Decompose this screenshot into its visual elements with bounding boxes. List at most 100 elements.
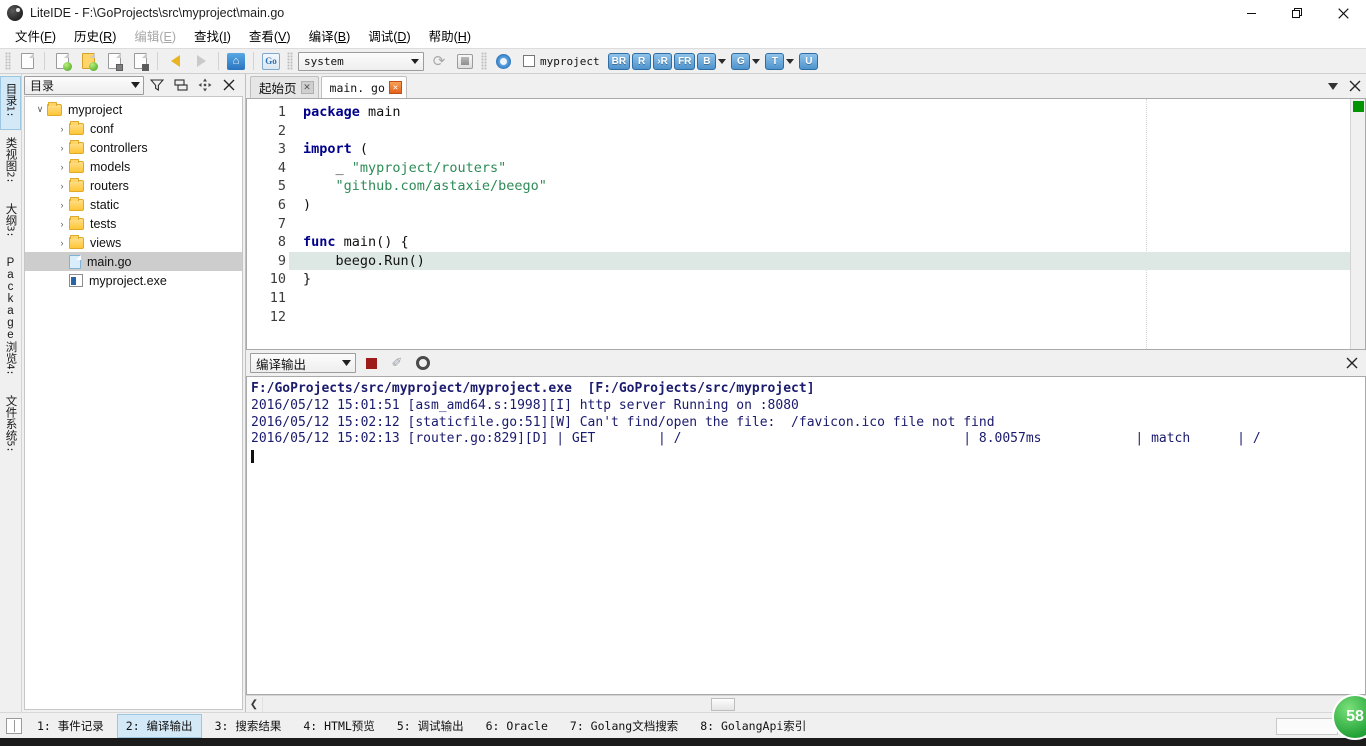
expander-icon[interactable]: › [55, 138, 69, 157]
expander-icon[interactable]: › [55, 176, 69, 195]
forward-icon[interactable] [189, 50, 213, 72]
menu-item-2[interactable]: 历史(R) [65, 27, 125, 47]
menu-item-8[interactable]: 帮助(H) [420, 27, 480, 47]
reload-env-icon[interactable]: ⟳ [427, 50, 451, 72]
output-settings-icon[interactable] [412, 352, 434, 374]
project-tree[interactable]: ∨ myproject › conf › controllers › models › route… [24, 96, 243, 710]
tree-item[interactable]: › views [25, 233, 242, 252]
side-tab-5[interactable]: 文件系统 5: [0, 388, 21, 465]
expander-icon[interactable]: ∨ [33, 100, 47, 119]
expander-icon[interactable]: › [55, 233, 69, 252]
status-tab-4[interactable]: 4: HTML预览 [294, 714, 383, 738]
line-number: 8 [247, 233, 298, 252]
build-button-t[interactable]: T [765, 52, 785, 70]
tree-item[interactable]: › static [25, 195, 242, 214]
tree-item[interactable]: › models [25, 157, 242, 176]
output-source-combo[interactable]: 编译输出 [250, 353, 356, 373]
tree-item[interactable]: › conf [25, 119, 242, 138]
scrollbar-track[interactable] [262, 696, 1366, 712]
expander-icon[interactable]: › [55, 214, 69, 233]
open-folder-icon[interactable] [76, 50, 100, 72]
build-button-br[interactable]: BR [607, 52, 631, 70]
tree-item[interactable]: › tests [25, 214, 242, 233]
expander-icon[interactable]: › [55, 157, 69, 176]
output-horizontal-scrollbar[interactable]: ❮ [246, 695, 1366, 712]
chevron-down-icon[interactable] [786, 58, 795, 64]
open-file-icon[interactable] [50, 50, 74, 72]
output-console[interactable]: F:/GoProjects/src/myproject/myproject.ex… [246, 376, 1366, 695]
tree-item[interactable]: main.go [25, 252, 242, 271]
build-button-b[interactable]: B [697, 52, 717, 70]
editor-tab-2[interactable]: main. go ✕ [320, 76, 407, 98]
stop-build-icon[interactable] [360, 352, 382, 374]
close-window-button[interactable] [1320, 0, 1366, 26]
new-file-icon[interactable] [15, 50, 39, 72]
close-tab-icon[interactable]: ✕ [388, 81, 402, 94]
menu-item-4[interactable]: 查找(I) [185, 27, 240, 47]
menu-item-7[interactable]: 调试(D) [359, 27, 419, 47]
scrollbar-thumb[interactable] [711, 697, 735, 711]
code-token: "myproject/routers" [351, 159, 507, 176]
home-icon[interactable]: ⌂ [224, 50, 248, 72]
expander-icon[interactable]: › [55, 195, 69, 214]
close-editor-icon[interactable] [1344, 75, 1366, 97]
status-tab-8[interactable]: 8: GolangApi索引 [691, 714, 815, 738]
build-button-u[interactable]: U [799, 52, 819, 70]
stop-icon[interactable] [453, 50, 477, 72]
golang-icon[interactable]: Go [259, 50, 283, 72]
save-file-icon[interactable] [102, 50, 126, 72]
build-button-g[interactable]: G [731, 52, 751, 70]
tab-list-dropdown-icon[interactable] [1322, 75, 1344, 97]
toolbar-grip[interactable] [5, 52, 11, 70]
status-tab-3[interactable]: 3: 搜索结果 [206, 714, 291, 738]
close-dock-icon[interactable] [218, 75, 240, 95]
side-tab-2[interactable]: 类视图 2: [0, 130, 21, 196]
collapse-all-icon[interactable] [170, 75, 192, 95]
side-tab-3[interactable]: 大纲 3: [0, 196, 21, 250]
menu-item-6[interactable]: 编译(B) [300, 27, 360, 47]
sync-icon[interactable] [194, 75, 216, 95]
environment-combo[interactable]: system [298, 51, 424, 71]
status-tab-5[interactable]: 5: 调试输出 [388, 714, 473, 738]
status-tab-2[interactable]: 2: 编译输出 [116, 713, 202, 738]
back-icon[interactable] [163, 50, 187, 72]
side-tab-4[interactable]: Package浏览 4: [0, 250, 21, 388]
build-button-fr[interactable]: FR [674, 52, 696, 70]
build-button-r[interactable]: ›R [653, 52, 673, 70]
checkbox-box[interactable] [523, 55, 535, 67]
explorer-mode-combo[interactable]: 目录 [24, 75, 144, 95]
status-tab-7[interactable]: 7: Golang文档搜索 [561, 714, 687, 738]
save-as-icon[interactable] [128, 50, 152, 72]
close-tab-icon[interactable]: ✕ [300, 81, 314, 94]
toolbar-grip[interactable] [287, 52, 293, 70]
editor-tab-1[interactable]: 起始页 ✕ [250, 76, 319, 98]
maximize-button[interactable] [1274, 0, 1320, 26]
layout-toggle-icon[interactable] [6, 717, 22, 734]
editor-vertical-scrollbar[interactable] [1350, 99, 1365, 349]
minimize-button[interactable] [1228, 0, 1274, 26]
chevron-down-icon[interactable] [752, 58, 761, 64]
tree-item[interactable]: ∨ myproject [25, 100, 242, 119]
tree-item[interactable]: › controllers [25, 138, 242, 157]
toolbar-separator [218, 52, 219, 70]
clear-output-icon[interactable]: ✐ [386, 352, 408, 374]
menu-item-1[interactable]: 文件(F) [6, 27, 65, 47]
expander-icon[interactable]: › [55, 119, 69, 138]
build-button-r[interactable]: R [632, 52, 652, 70]
status-tab-6[interactable]: 6: Oracle [477, 715, 557, 737]
tree-item[interactable]: myproject.exe [25, 271, 242, 290]
target-checkbox[interactable]: myproject [520, 55, 603, 68]
code-editor[interactable]: 1 2 3 4 5 6 7 8 9 10 11 12 package main import ( _ … [246, 98, 1366, 350]
code-area[interactable]: package main import ( _ "myproject/route… [289, 99, 1350, 349]
status-tab-1[interactable]: 1: 事件记录 [28, 714, 113, 738]
chevron-down-icon[interactable] [718, 58, 727, 64]
tree-item[interactable]: › routers [25, 176, 242, 195]
toolbar-grip[interactable] [481, 52, 487, 70]
side-tab-1[interactable]: 目录 1: [0, 76, 21, 130]
scroll-left-icon[interactable]: ❮ [246, 697, 262, 712]
filter-icon[interactable] [146, 75, 168, 95]
menu-item-5[interactable]: 查看(V) [240, 27, 300, 47]
settings-icon[interactable] [491, 50, 515, 72]
close-output-panel-button[interactable] [1342, 353, 1362, 373]
